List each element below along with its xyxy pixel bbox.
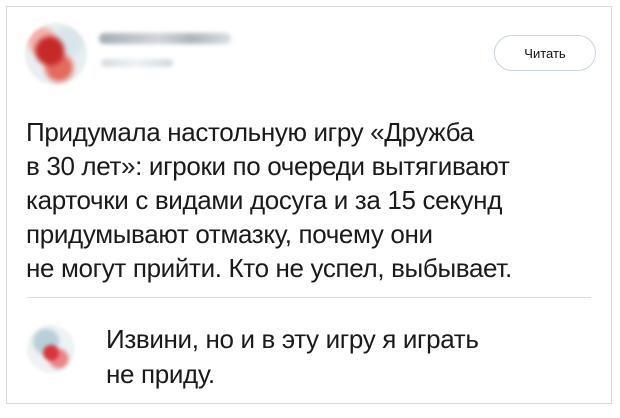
post-comment-divider xyxy=(27,297,591,298)
comment-text-line: не приду. xyxy=(106,359,215,389)
blurred-author-handle xyxy=(101,59,173,67)
post-text-line: не могут прийти. Кто не успел, выбывает. xyxy=(26,253,512,283)
social-post-card: Читать Придумала настольную игру «Дружба… xyxy=(6,6,612,404)
post-text-line: карточки с видами досуга и за 15 секунд xyxy=(26,185,503,215)
post-text-line: придумывают отмазку, почему они xyxy=(26,219,433,249)
blurred-author-name[interactable] xyxy=(99,33,231,44)
post-header: Читать xyxy=(21,21,596,91)
follow-button[interactable]: Читать xyxy=(494,35,596,71)
comment-text: Извини, но и в эту игру я играть не прид… xyxy=(106,322,576,392)
post-text: Придумала настольную игру «Дружба в 30 л… xyxy=(26,115,596,285)
post-text-line: Придумала настольную игру «Дружба xyxy=(26,117,474,147)
post-text-line: в 30 лет»: игроки по очереди вытягивают xyxy=(26,151,510,181)
author-avatar-icon[interactable] xyxy=(25,23,87,85)
commenter-avatar-icon[interactable] xyxy=(27,325,75,373)
comment-text-line: Извини, но и в эту игру я играть xyxy=(106,324,479,354)
